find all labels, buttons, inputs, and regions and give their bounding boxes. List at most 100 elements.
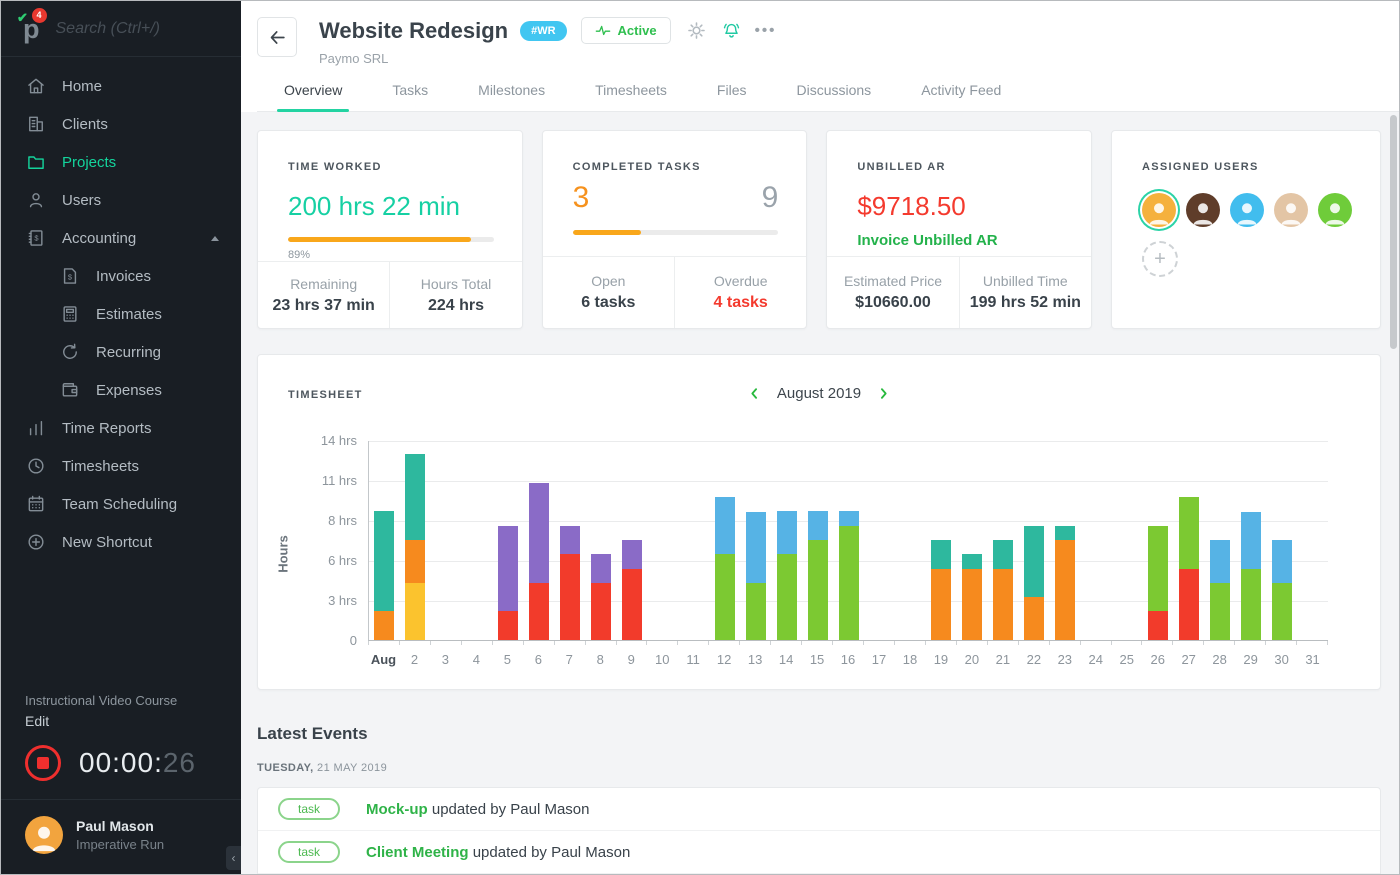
tab-activity-feed[interactable]: Activity Feed <box>896 82 1026 111</box>
bar-aug-6[interactable] <box>529 483 549 640</box>
bar-aug-19[interactable] <box>931 540 951 640</box>
sidebar-item-home[interactable]: Home <box>1 67 241 105</box>
x-tick-label: 7 <box>554 652 585 667</box>
sidebar-item-time-reports[interactable]: Time Reports <box>1 409 241 447</box>
tab-tasks[interactable]: Tasks <box>367 82 453 111</box>
event-task-link[interactable]: Client Meeting <box>366 844 469 861</box>
vertical-scrollbar[interactable] <box>1390 115 1397 349</box>
x-tick-label: 5 <box>492 652 523 667</box>
clients-icon <box>25 114 47 134</box>
bar-aug-20[interactable] <box>962 554 982 640</box>
project-code-badge[interactable]: #WR <box>520 21 566 41</box>
search-input[interactable] <box>56 20 264 38</box>
sidebar-item-recurring[interactable]: Recurring <box>1 333 241 371</box>
bar-segment-orange <box>405 540 425 583</box>
bar-segment-orange <box>993 569 1013 640</box>
assigned-user-avatar[interactable] <box>1186 193 1220 227</box>
x-axis-labels: Aug2345678910111213141516171819202122232… <box>368 652 1328 667</box>
bar-aug-27[interactable] <box>1179 497 1199 640</box>
y-tick-label: 14 hrs <box>283 433 357 448</box>
tab-bar: OverviewTasksMilestonesTimesheetsFilesDi… <box>257 82 1399 112</box>
invoice-unbilled-link[interactable]: Invoice Unbilled AR <box>857 232 1063 249</box>
bar-aug-12[interactable] <box>715 497 735 640</box>
tab-milestones[interactable]: Milestones <box>453 82 570 111</box>
assigned-user-avatar[interactable] <box>1318 193 1352 227</box>
bar-aug-28[interactable] <box>1210 540 1230 640</box>
x-tick-label: 19 <box>925 652 956 667</box>
notifications-bell-icon[interactable] <box>722 21 741 40</box>
add-user-button[interactable]: + <box>1142 241 1178 277</box>
sidebar-item-projects[interactable]: Projects <box>1 143 241 181</box>
bar-aug-14[interactable] <box>777 511 797 640</box>
bar-aug-7[interactable] <box>560 526 580 640</box>
collapse-caret-icon[interactable] <box>211 236 219 241</box>
sidebar-item-users[interactable]: Users <box>1 181 241 219</box>
timer-edit-link[interactable]: Edit <box>25 713 219 729</box>
sidebar-item-expenses[interactable]: Expenses <box>1 371 241 409</box>
sidebar-item-new-shortcut[interactable]: New Shortcut <box>1 523 241 561</box>
y-tick-label: 0 <box>283 633 357 648</box>
paymo-logo[interactable]: p ✔ 4 <box>21 12 40 46</box>
bar-aug-5[interactable] <box>498 526 518 640</box>
assigned-user-avatar[interactable] <box>1230 193 1264 227</box>
task-type-badge[interactable]: task <box>278 841 340 863</box>
timesheet-chart-card: TIMESHEET August 2019 Hours <box>257 354 1381 690</box>
bar-aug-23[interactable] <box>1055 526 1075 640</box>
bar-aug-16[interactable] <box>839 511 859 640</box>
current-user[interactable]: Paul Mason Imperative Run <box>1 800 241 874</box>
assigned-user-avatar[interactable] <box>1274 193 1308 227</box>
sidebar-collapse-button[interactable]: ‹ <box>226 846 241 870</box>
bar-aug-26[interactable] <box>1148 526 1168 640</box>
bar-aug-15[interactable] <box>808 511 828 640</box>
time-worked-percent: 89% <box>288 249 494 261</box>
bar-segment-red <box>622 569 642 640</box>
x-axis-ticks <box>368 641 1328 645</box>
bar-aug-22[interactable] <box>1024 526 1044 640</box>
bar-aug-1[interactable] <box>374 511 394 640</box>
prev-month-icon[interactable] <box>748 387 761 400</box>
app-window: p ✔ 4 HomeClientsProjectsUsers$Accountin… <box>0 0 1400 875</box>
status-badge[interactable]: Active <box>581 17 671 44</box>
event-row: taskClient Meeting updated by Paul Mason <box>258 831 1380 874</box>
bar-aug-29[interactable] <box>1241 512 1261 640</box>
sidebar-item-invoices[interactable]: $Invoices <box>1 257 241 295</box>
estimates-icon <box>59 304 81 324</box>
x-tick-label: 17 <box>864 652 895 667</box>
card-title: COMPLETED TASKS <box>573 161 779 173</box>
unbilled-ar-card: UNBILLED AR $9718.50 Invoice Unbilled AR… <box>826 130 1092 329</box>
task-type-badge[interactable]: task <box>278 798 340 820</box>
tab-timesheets[interactable]: Timesheets <box>570 82 692 111</box>
bar-aug-2[interactable] <box>405 454 425 640</box>
settings-gear-icon[interactable] <box>687 21 706 40</box>
stat-remaining: Remaining23 hrs 37 min <box>258 262 389 328</box>
bar-segment-green <box>1241 569 1261 640</box>
sidebar-item-team-scheduling[interactable]: Team Scheduling <box>1 485 241 523</box>
assigned-user-avatar[interactable] <box>1142 193 1176 227</box>
next-month-icon[interactable] <box>877 387 890 400</box>
bar-aug-13[interactable] <box>746 512 766 640</box>
completed-tasks-card: COMPLETED TASKS 3 9 Open6 tasksOverdue4 … <box>542 130 808 329</box>
sidebar-item-clients[interactable]: Clients <box>1 105 241 143</box>
stop-timer-button[interactable] <box>25 745 61 781</box>
bar-aug-21[interactable] <box>993 540 1013 640</box>
bar-segment-blue <box>808 511 828 540</box>
x-tick-label: 8 <box>585 652 616 667</box>
sidebar-item-timesheets[interactable]: Timesheets <box>1 447 241 485</box>
bar-aug-9[interactable] <box>622 540 642 640</box>
event-task-link[interactable]: Mock-up <box>366 801 428 818</box>
more-options-icon[interactable]: ••• <box>755 22 777 39</box>
tab-discussions[interactable]: Discussions <box>771 82 896 111</box>
tab-files[interactable]: Files <box>692 82 772 111</box>
sidebar: p ✔ 4 HomeClientsProjectsUsers$Accountin… <box>1 1 241 874</box>
bar-aug-8[interactable] <box>591 554 611 640</box>
assigned-avatars <box>1142 193 1352 227</box>
x-tick-label: 31 <box>1297 652 1328 667</box>
latest-events-title: Latest Events <box>257 724 1381 744</box>
sidebar-item-accounting[interactable]: $Accounting <box>1 219 241 257</box>
card-title: UNBILLED AR <box>857 161 1063 173</box>
back-button[interactable] <box>257 17 297 57</box>
sidebar-item-estimates[interactable]: Estimates <box>1 295 241 333</box>
tab-overview[interactable]: Overview <box>259 82 367 111</box>
bar-aug-30[interactable] <box>1272 540 1292 640</box>
bar-segment-red <box>529 583 549 640</box>
